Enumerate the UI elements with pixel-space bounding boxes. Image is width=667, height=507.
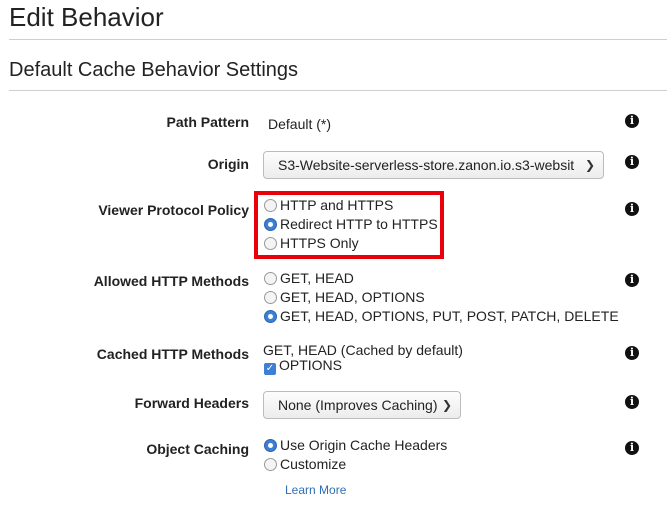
option-label: Use Origin Cache Headers xyxy=(280,437,448,453)
cached-methods-static: GET, HEAD (Cached by default) xyxy=(263,342,463,358)
info-icon[interactable]: i xyxy=(625,395,639,409)
info-icon[interactable]: i xyxy=(625,114,639,128)
allowed-methods-option-get-head[interactable]: GET, HEAD xyxy=(264,270,354,288)
allowed-http-methods-label: Allowed HTTP Methods xyxy=(93,273,249,289)
cached-methods-options-checkbox[interactable]: ✓ OPTIONS xyxy=(264,357,342,375)
cached-http-methods-label: Cached HTTP Methods xyxy=(96,346,249,362)
option-label: Customize xyxy=(280,456,347,472)
allowed-methods-option-get-head-options[interactable]: GET, HEAD, OPTIONS xyxy=(264,289,425,307)
allowed-methods-option-all[interactable]: GET, HEAD, OPTIONS, PUT, POST, PATCH, DE… xyxy=(264,308,619,326)
checkbox-label: OPTIONS xyxy=(279,357,343,373)
section-divider xyxy=(9,90,667,91)
radio-icon[interactable] xyxy=(264,272,277,285)
forward-headers-select-value: None (Improves Caching) xyxy=(278,397,438,413)
option-label: GET, HEAD, OPTIONS xyxy=(280,289,425,305)
radio-selected-icon[interactable] xyxy=(264,310,277,323)
radio-selected-icon[interactable] xyxy=(264,439,277,452)
highlight-box xyxy=(254,191,444,259)
chevron-down-icon: ❯ xyxy=(584,158,595,172)
origin-label: Origin xyxy=(207,156,249,172)
checkmark-icon[interactable]: ✓ xyxy=(264,363,276,375)
info-icon[interactable]: i xyxy=(625,441,639,455)
option-label: GET, HEAD xyxy=(280,270,354,286)
object-caching-option-origin[interactable]: Use Origin Cache Headers xyxy=(264,437,447,455)
forward-headers-label: Forward Headers xyxy=(134,395,249,411)
info-icon[interactable]: i xyxy=(625,202,639,216)
page-title: Edit Behavior xyxy=(9,2,164,32)
chevron-down-icon: ❯ xyxy=(441,398,452,412)
path-pattern-value: Default (*) xyxy=(268,116,332,132)
viewer-protocol-policy-label: Viewer Protocol Policy xyxy=(98,202,249,218)
object-caching-label: Object Caching xyxy=(146,441,249,457)
origin-select-value: S3-Website-serverless-store.zanon.io.s3-… xyxy=(278,157,575,173)
section-title: Default Cache Behavior Settings xyxy=(9,59,299,81)
option-label: GET, HEAD, OPTIONS, PUT, POST, PATCH, DE… xyxy=(280,308,619,324)
title-divider xyxy=(9,39,667,40)
radio-icon[interactable] xyxy=(264,458,277,471)
path-pattern-label: Path Pattern xyxy=(166,114,249,130)
learn-more-link[interactable]: Learn More xyxy=(285,483,346,497)
origin-select[interactable]: S3-Website-serverless-store.zanon.io.s3-… xyxy=(263,151,604,179)
radio-icon[interactable] xyxy=(264,291,277,304)
forward-headers-select[interactable]: None (Improves Caching) ❯ xyxy=(263,391,461,419)
info-icon[interactable]: i xyxy=(625,273,639,287)
object-caching-option-customize[interactable]: Customize xyxy=(264,456,346,474)
info-icon[interactable]: i xyxy=(625,155,639,169)
info-icon[interactable]: i xyxy=(625,346,639,360)
